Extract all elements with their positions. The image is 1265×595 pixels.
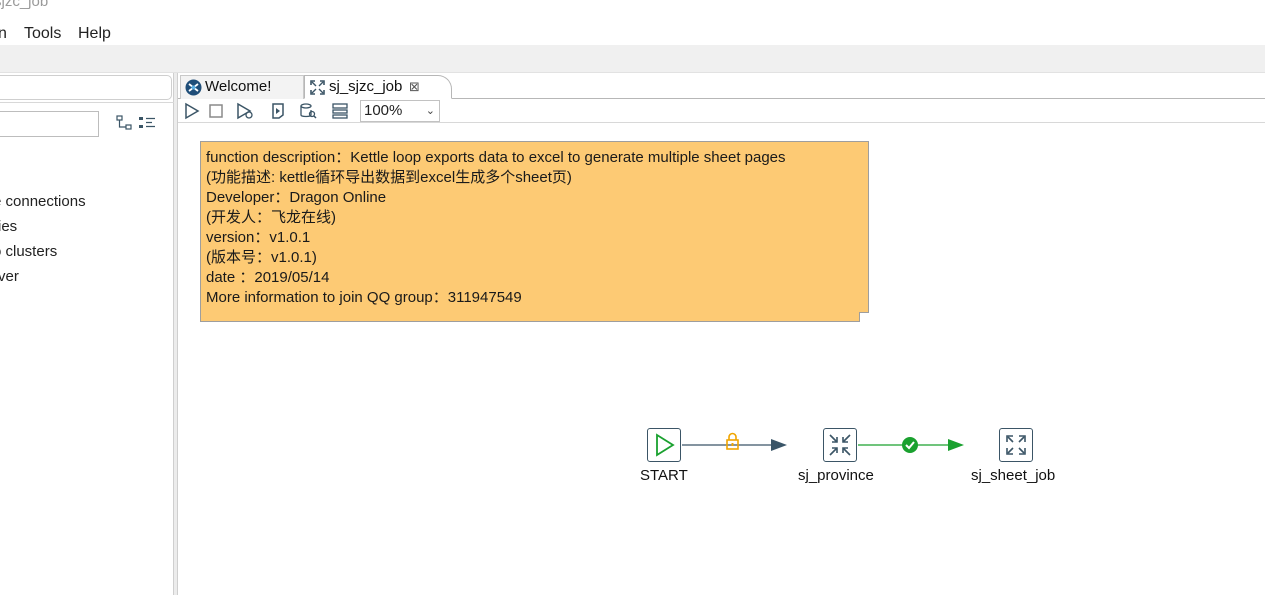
tree-item-slave-server[interactable]: rver (0, 268, 19, 285)
job-entry-label: sj_sheet_job (971, 467, 1056, 484)
menu-bar: n Tools Help (0, 20, 1265, 46)
job-entry-sj-province[interactable] (823, 428, 857, 462)
hops-layer (682, 432, 964, 453)
search-input[interactable] (0, 111, 99, 137)
check-icon (902, 437, 918, 453)
tree-item-partition-schemas[interactable]: ries (0, 218, 17, 235)
job-entry-label: sj_province (798, 467, 874, 484)
window-title: sjzc_job (0, 0, 1265, 18)
start-icon (656, 433, 675, 457)
job-entry-sj-sheet-job[interactable] (999, 428, 1033, 462)
left-panel: e connections ries o clusters rver (0, 73, 174, 595)
main-toolbar (0, 45, 1265, 73)
divider (0, 102, 174, 103)
job-entry-start[interactable] (647, 428, 681, 462)
job-entry-label: START (640, 467, 688, 484)
menu-item-tools[interactable]: Tools (24, 25, 61, 43)
collapse-all-icon[interactable] (116, 115, 134, 131)
editor-area: Welcome! sj_sjzc_job ⊠ 100% ⌄ function d… (178, 73, 1265, 595)
job-entry-icon (829, 434, 851, 456)
menu-item-help[interactable]: Help (78, 25, 111, 43)
job-entry-icon (1006, 435, 1026, 455)
tree-item-hadoop-clusters[interactable]: o clusters (0, 243, 57, 260)
expand-all-icon[interactable] (138, 115, 156, 131)
tree-item-database-connections[interactable]: e connections (0, 193, 86, 210)
menu-item-run[interactable]: n (0, 25, 7, 43)
lock-icon (726, 432, 739, 450)
left-panel-tabbar[interactable] (0, 75, 172, 100)
